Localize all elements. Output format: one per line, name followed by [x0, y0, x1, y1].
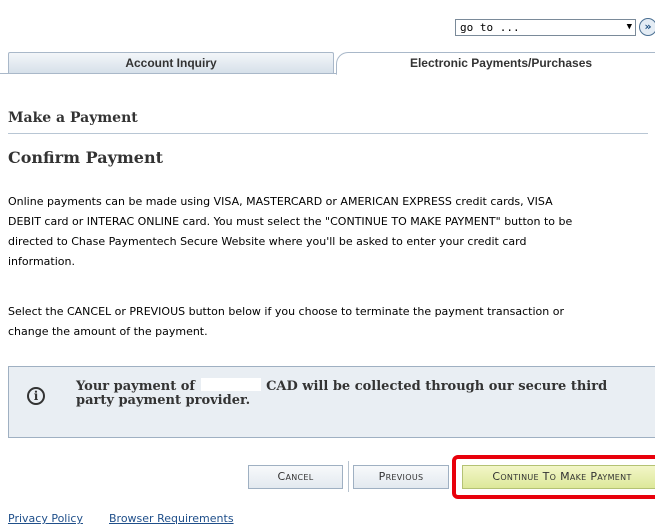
- tab-account-inquiry[interactable]: Account Inquiry: [8, 52, 334, 74]
- cancel-line-1: Select the CANCEL or PREVIOUS button bel…: [8, 305, 564, 318]
- tab-electronic-payments[interactable]: Electronic Payments/Purchases: [336, 52, 655, 75]
- intro-line-4: information.: [8, 255, 75, 268]
- payment-text-before: Your payment of: [76, 379, 195, 394]
- cancel-paragraph: Select the CANCEL or PREVIOUS button bel…: [8, 302, 655, 342]
- intro-line-3: directed to Chase Paymentech Secure Webs…: [8, 235, 527, 248]
- payment-info-box: i Your payment of CAD will be collected …: [8, 366, 655, 438]
- page-title: Make a Payment: [8, 110, 138, 126]
- chevron-down-icon: ▼: [626, 22, 632, 32]
- button-separator: [348, 461, 349, 492]
- cancel-button[interactable]: Cancel: [248, 465, 343, 489]
- intro-paragraph: Online payments can be made using VISA, …: [8, 192, 655, 272]
- title-divider: [8, 133, 648, 134]
- browser-requirements-link[interactable]: Browser Requirements: [109, 512, 234, 525]
- intro-line-1: Online payments can be made using VISA, …: [8, 195, 553, 208]
- info-icon: i: [27, 387, 45, 405]
- intro-line-2: DEBIT card or INTERAC ONLINE card. You m…: [8, 215, 573, 228]
- cancel-line-2: change the amount of the payment.: [8, 325, 208, 338]
- highlight-box: [452, 455, 655, 499]
- privacy-policy-link[interactable]: Privacy Policy: [8, 512, 83, 525]
- payment-text-line2: party payment provider.: [76, 393, 251, 408]
- go-icon[interactable]: »: [639, 18, 655, 36]
- payment-amount: [200, 378, 261, 391]
- page-subtitle: Confirm Payment: [8, 148, 163, 167]
- goto-select[interactable]: go to ... ▼: [455, 19, 636, 36]
- previous-button[interactable]: Previous: [353, 465, 449, 489]
- goto-select-value: go to ...: [460, 21, 520, 34]
- payment-info-text: Your payment of CAD will be collected th…: [76, 378, 655, 408]
- payment-text-after: CAD will be collected through our secure…: [266, 379, 608, 394]
